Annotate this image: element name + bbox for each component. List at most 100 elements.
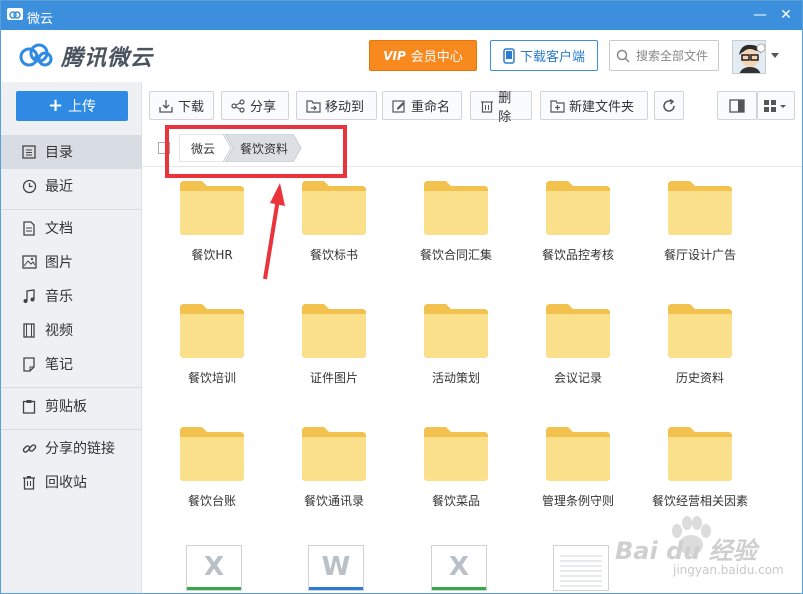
download-label: 下载 — [178, 100, 205, 115]
folder-icon — [668, 181, 732, 235]
text-file-icon[interactable] — [553, 545, 609, 591]
phone-icon — [503, 47, 515, 64]
folder-item[interactable]: 餐饮培训 — [152, 304, 272, 386]
share-icon — [230, 98, 246, 114]
folder-icon — [302, 304, 366, 358]
sidebar-item-documents[interactable]: 文档 — [1, 211, 142, 245]
folder-item[interactable]: 活动策划 — [396, 304, 516, 386]
sidebar-divider — [1, 209, 142, 210]
download-button[interactable]: 下载 — [149, 91, 214, 120]
sidebar-item-recycle-bin[interactable]: 回收站 — [1, 465, 142, 499]
sidebar-item-label: 音乐 — [45, 289, 73, 305]
toolbar: 下载 分享 移动到 重命名 删除 新建文件夹 — [142, 82, 802, 127]
folder-item[interactable]: 餐厅设计广告 — [640, 181, 760, 263]
move-to-label: 移动到 — [325, 100, 365, 115]
sidebar-item-catalog[interactable]: 目录 — [1, 135, 142, 169]
folder-name: 餐饮品控考核 — [541, 248, 614, 262]
vip-center-button[interactable]: VIP 会员中心 — [369, 40, 477, 71]
sidebar-item-images[interactable]: 图片 — [1, 245, 142, 279]
sidebar-item-label: 文档 — [45, 221, 73, 237]
sidebar-item-shared-links[interactable]: 分享的链接 — [1, 431, 142, 465]
chevron-down-icon[interactable] — [771, 53, 779, 58]
delete-button[interactable]: 删除 — [470, 91, 532, 125]
clock-icon — [21, 178, 37, 194]
folder-name: 餐饮HR — [191, 248, 233, 262]
note-icon — [21, 356, 37, 372]
excel-file-icon[interactable]: X — [186, 545, 242, 591]
app-window: 微云 — ✕ 腾讯微云 VIP 会员中心 下载客户端 搜索全部文件 + 上传 目… — [0, 0, 803, 594]
folder-item[interactable]: 餐饮通讯录 — [274, 427, 394, 509]
view-mode-button[interactable] — [757, 91, 795, 120]
file-color-bar — [309, 587, 363, 590]
rename-button[interactable]: 重命名 — [382, 91, 462, 120]
file-color-bar — [187, 587, 241, 590]
folder-item[interactable]: 餐饮HR — [152, 181, 272, 263]
word-file-icon[interactable]: W — [308, 545, 364, 591]
new-folder-label: 新建文件夹 — [569, 100, 635, 115]
download-client-button[interactable]: 下载客户端 — [490, 40, 598, 71]
move-to-button[interactable]: 移动到 — [296, 91, 377, 120]
folder-name: 餐饮菜品 — [431, 494, 480, 508]
music-icon — [21, 288, 37, 304]
close-button[interactable]: ✕ — [777, 6, 795, 24]
minimize-button[interactable]: — — [751, 6, 769, 24]
vip-label: 会员中心 — [410, 50, 463, 65]
text-lines-icon — [560, 555, 602, 587]
delete-label: 删除 — [498, 90, 512, 125]
search-placeholder: 搜索全部文件 — [636, 49, 709, 63]
sidebar-item-label: 目录 — [45, 145, 73, 161]
avatar[interactable] — [732, 40, 766, 74]
download-icon — [158, 98, 174, 114]
share-button[interactable]: 分享 — [221, 91, 289, 120]
cloud-app-icon — [7, 8, 23, 20]
search-icon — [616, 49, 630, 63]
trash-icon — [479, 98, 494, 114]
clipboard-icon — [21, 398, 37, 414]
excel-file-icon[interactable]: X — [431, 545, 487, 591]
sidebar-item-clipboard[interactable]: 剪贴板 — [1, 389, 142, 423]
folder-icon — [546, 304, 610, 358]
folder-item[interactable]: 餐饮菜品 — [396, 427, 516, 509]
file-type-letter: X — [448, 552, 470, 582]
folder-item[interactable]: 会议记录 — [518, 304, 638, 386]
folder-item[interactable]: 证件图片 — [274, 304, 394, 386]
folder-name: 管理条例守则 — [541, 494, 614, 508]
rename-label: 重命名 — [411, 100, 451, 115]
sidebar-item-music[interactable]: 音乐 — [1, 279, 142, 313]
sidebar-item-recent[interactable]: 最近 — [1, 169, 142, 203]
folder-icon — [668, 304, 732, 358]
refresh-button[interactable] — [654, 91, 684, 120]
sidebar-item-label: 分享的链接 — [45, 441, 115, 457]
detail-view-button[interactable] — [717, 91, 757, 120]
user-avatar-icon — [733, 41, 765, 73]
folder-item[interactable]: 餐饮标书 — [274, 181, 394, 263]
folder-name: 餐饮经营相关因素 — [651, 494, 748, 508]
file-type-letter: X — [203, 552, 225, 582]
sidebar: + 上传 目录 最近 文档 图片 音乐 视频 笔记 剪贴板 分享的链接 回收站 — [1, 82, 142, 593]
image-icon — [21, 254, 37, 270]
folder-name: 证件图片 — [309, 371, 358, 385]
folder-item[interactable]: 餐饮合同汇集 — [396, 181, 516, 263]
sidebar-item-label: 视频 — [45, 323, 73, 339]
window-title: 微云 — [27, 12, 54, 27]
header: 腾讯微云 VIP 会员中心 下载客户端 搜索全部文件 — [1, 30, 802, 82]
folder-item[interactable]: 餐饮台账 — [152, 427, 272, 509]
upload-button[interactable]: + 上传 — [16, 91, 128, 121]
highlight-box — [165, 125, 347, 178]
folder-icon — [546, 181, 610, 235]
sidebar-item-notes[interactable]: 笔记 — [1, 347, 142, 381]
new-folder-button[interactable]: 新建文件夹 — [540, 91, 648, 120]
folder-item[interactable]: 管理条例守则 — [518, 427, 638, 509]
folder-item[interactable]: 餐饮经营相关因素 — [640, 427, 760, 509]
panel-icon — [729, 98, 745, 113]
folder-item[interactable]: 餐饮品控考核 — [518, 181, 638, 263]
video-icon — [21, 322, 37, 338]
list-icon — [21, 144, 37, 160]
folder-item[interactable]: 历史资料 — [640, 304, 760, 386]
trash-icon — [21, 474, 37, 490]
search-input[interactable]: 搜索全部文件 — [609, 40, 719, 71]
file-type-letter: W — [321, 552, 351, 582]
folder-icon — [546, 427, 610, 481]
sidebar-item-label: 回收站 — [45, 475, 87, 491]
sidebar-item-video[interactable]: 视频 — [1, 313, 142, 347]
